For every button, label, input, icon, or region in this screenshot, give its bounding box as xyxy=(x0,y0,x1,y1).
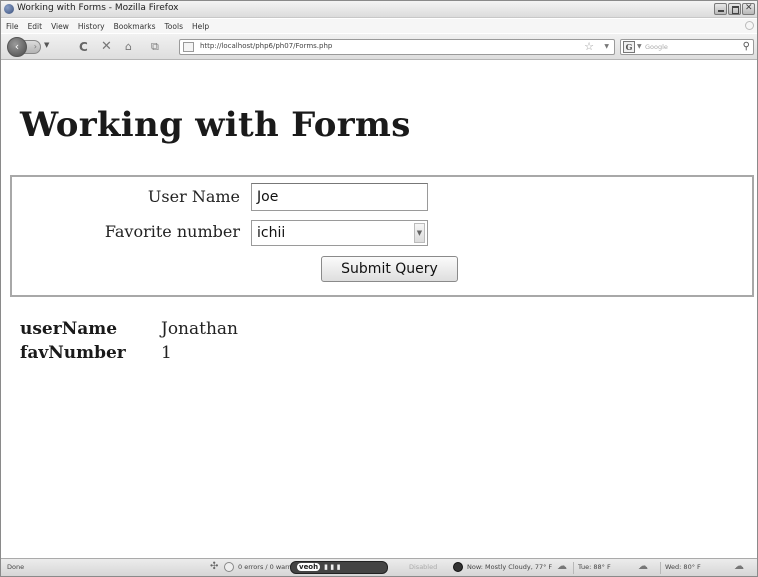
navigation-toolbar: › ‹ ▼ C ✕ ⌂ ⧉ http://localhost/php6/ph07… xyxy=(1,34,757,60)
maximize-button[interactable] xyxy=(728,3,741,15)
user-name-input[interactable]: Joe xyxy=(251,183,428,211)
result-key: favNumber xyxy=(20,343,126,363)
page-content: Working with Forms User Name Joe Favorit… xyxy=(1,61,757,557)
submit-button[interactable]: Submit Query xyxy=(321,256,458,282)
menu-file[interactable]: File xyxy=(6,22,19,31)
url-dropdown-icon[interactable]: ▼ xyxy=(604,43,609,50)
search-bar[interactable]: G ▼ Google ⚲ xyxy=(620,39,754,55)
forecast-tuesday[interactable]: Tue: 88° F xyxy=(578,563,611,571)
cloud-icon: ☁ xyxy=(734,561,744,572)
favorite-number-value[interactable]: ichii xyxy=(257,225,285,241)
result-key: userName xyxy=(20,319,118,339)
bookmark-page-icon[interactable]: ⧉ xyxy=(151,40,159,54)
close-button[interactable] xyxy=(742,3,755,15)
status-text: Done xyxy=(7,563,25,571)
forecast-wednesday[interactable]: Wed: 80° F xyxy=(665,563,701,571)
result-value: 1 xyxy=(161,343,172,363)
firefox-icon xyxy=(4,4,14,14)
reload-icon[interactable]: C xyxy=(79,40,88,54)
form-fieldset: User Name Joe Favorite number ichii ▼ Su… xyxy=(10,175,754,297)
validator-icon[interactable] xyxy=(224,562,234,572)
window-title: Working with Forms - Mozilla Firefox xyxy=(17,3,179,13)
weather-icon[interactable] xyxy=(453,562,463,572)
addon-icon[interactable]: ✣ xyxy=(210,561,218,572)
url-text[interactable]: http://localhost/php6/ph07/Forms.php xyxy=(200,42,332,50)
home-icon[interactable]: ⌂ xyxy=(125,40,132,54)
menu-edit[interactable]: Edit xyxy=(28,22,43,31)
status-bar: Done ✣ 0 errors / 0 warnings veoh ▮ ▮ ▮ D… xyxy=(1,558,757,576)
select-arrow-icon[interactable]: ▼ xyxy=(414,223,425,243)
disabled-status[interactable]: Disabled xyxy=(409,563,437,571)
search-input[interactable]: Google xyxy=(645,43,668,51)
browser-window: Working with Forms - Mozilla Firefox Fil… xyxy=(0,0,758,577)
favorite-number-label: Favorite number xyxy=(104,222,240,241)
minimize-button[interactable] xyxy=(714,3,727,15)
engine-dropdown-icon[interactable]: ▼ xyxy=(637,43,642,50)
menu-history[interactable]: History xyxy=(78,22,105,31)
menu-help[interactable]: Help xyxy=(192,22,209,31)
user-name-label: User Name xyxy=(147,187,240,206)
activity-throbber-icon xyxy=(745,21,754,30)
google-engine-icon[interactable]: G xyxy=(623,41,635,53)
back-button[interactable]: ‹ xyxy=(7,37,27,57)
status-divider xyxy=(573,562,574,574)
favorite-number-select[interactable]: ichii ▼ xyxy=(251,220,428,246)
bookmark-star-icon[interactable]: ☆ xyxy=(584,40,594,53)
window-controls xyxy=(714,3,755,15)
site-identity-icon[interactable] xyxy=(183,42,194,52)
search-icon[interactable]: ⚲ xyxy=(743,41,750,52)
cloud-icon: ☁ xyxy=(557,561,567,572)
menu-bar: File Edit View History Bookmarks Tools H… xyxy=(1,19,757,33)
menu-view[interactable]: View xyxy=(51,22,69,31)
address-bar[interactable]: http://localhost/php6/ph07/Forms.php ☆ ▼ xyxy=(179,39,615,55)
menu-tools[interactable]: Tools xyxy=(165,22,183,31)
veoh-toolbar-button[interactable]: veoh ▮ ▮ ▮ xyxy=(290,561,388,574)
status-divider xyxy=(660,562,661,574)
stop-icon[interactable]: ✕ xyxy=(101,40,112,54)
weather-now[interactable]: Now: Mostly Cloudy, 77° F xyxy=(467,563,552,571)
page-title: Working with Forms xyxy=(20,105,411,145)
result-value: Jonathan xyxy=(161,319,238,339)
menu-bookmarks[interactable]: Bookmarks xyxy=(114,22,156,31)
cloud-icon: ☁ xyxy=(638,561,648,572)
history-dropdown-icon[interactable]: ▼ xyxy=(44,41,49,49)
veoh-logo: veoh xyxy=(297,563,321,571)
title-bar: Working with Forms - Mozilla Firefox xyxy=(1,1,757,18)
